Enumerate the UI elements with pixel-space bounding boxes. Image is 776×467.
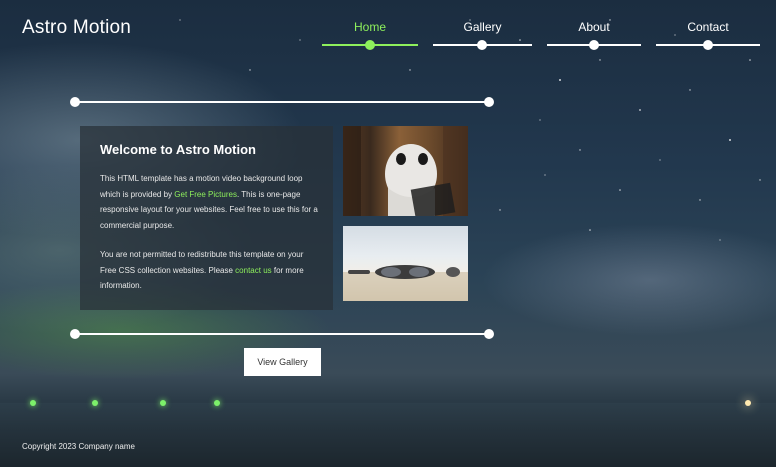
horizon-light [160,400,166,406]
contact-us-link[interactable]: contact us [235,266,271,275]
get-free-pictures-link[interactable]: Get Free Pictures [174,190,237,199]
welcome-title: Welcome to Astro Motion [100,142,256,157]
divider-dot [484,97,494,107]
welcome-panel: Welcome to Astro Motion This HTML templa… [80,126,333,310]
nav-dot [477,40,487,50]
divider-bottom [74,333,489,335]
footer-copyright: Copyright 2023 Company name [22,442,135,451]
divider-dot [70,329,80,339]
site-logo[interactable]: Astro Motion [22,17,131,39]
nav-gallery[interactable]: Gallery [433,20,532,50]
sea [0,403,776,467]
nav-home-label: Home [353,20,386,34]
horizon-light [745,400,751,406]
robot-photo [343,126,468,216]
nav-about[interactable]: About [547,20,641,50]
nav-gallery-label: Gallery [463,20,502,34]
nav-dot [589,40,599,50]
welcome-paragraph-2: You are not permitted to redistribute th… [100,247,320,294]
view-gallery-button[interactable]: View Gallery [244,348,321,376]
divider-dot [70,97,80,107]
welcome-paragraph-1: This HTML template has a motion video ba… [100,171,320,233]
nav-dot [703,40,713,50]
robot-illustration [343,126,468,216]
vr-glasses-photo [343,226,468,301]
horizon-light [30,400,36,406]
nav-home[interactable]: Home [322,20,418,50]
horizon-light [214,400,220,406]
glasses-illustration [343,265,468,301]
divider-dot [484,329,494,339]
nav-contact-label: Contact [687,20,729,34]
horizon-light [92,400,98,406]
nav-contact[interactable]: Contact [656,20,760,50]
divider-top [74,101,489,103]
nav-about-label: About [578,20,610,34]
main-nav: Home Gallery About Contact [322,20,760,50]
nav-dot [365,40,375,50]
